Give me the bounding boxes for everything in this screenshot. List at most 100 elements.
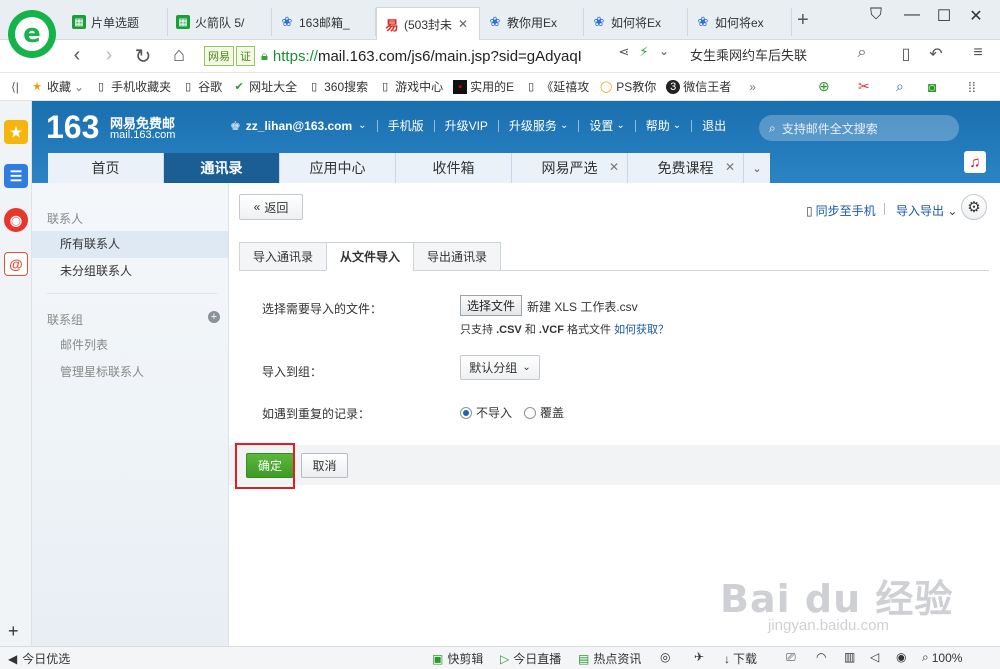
forward-icon[interactable]: › [96,44,122,67]
close-tab-icon[interactable]: ✕ [458,17,468,31]
browser-tab[interactable]: ❀ 如何将Ex [584,8,688,36]
undo-icon[interactable]: ↶ [924,44,948,64]
tab-import-contacts[interactable]: 导入通讯录 [239,242,328,271]
status-live[interactable]: ▷ 今日直播 [500,650,561,667]
bookmarks-more[interactable]: » [749,80,756,94]
chevron-down-icon[interactable]: ⌄ [358,120,366,131]
tab-inbox[interactable]: 收件箱 [396,153,512,183]
game-icon[interactable]: ◙ [928,79,936,95]
bookmark-item[interactable]: ✔ 网址大全 [232,78,298,95]
sidebar-item-manage-starred[interactable]: 管理星标联系人 [32,359,228,386]
browser-tab[interactable]: ❀ 如何将ex [688,8,792,36]
search-icon[interactable]: ⌕ [850,44,874,62]
browser-logo-icon[interactable]: e [8,10,56,58]
cancel-button[interactable]: 取消 [301,453,348,478]
radio-overwrite[interactable]: 覆盖 [524,404,564,421]
tab-free-course[interactable]: 免费课程 ✕ [628,153,744,183]
import-export-menu[interactable]: 导入导出 ⌄ [896,202,957,219]
mail-tabs: 首页 通讯录 应用中心 收件箱 网易严选 ✕ 免费课程 ✕ ⌄ [48,153,770,183]
shirt-icon[interactable]: ⛉ [862,6,890,24]
bookmark-item[interactable]: ◯ PS教你 [599,78,656,95]
bookmark-item[interactable]: ▪ 实用的E [453,78,514,95]
nav-settings[interactable]: 设置 [589,117,613,134]
browser-tab-active[interactable]: 易 (503封未 ✕ [376,7,480,40]
back-icon[interactable]: ‹ [64,44,90,67]
nav-mobile[interactable]: 手机版 [388,117,424,134]
mail-logo[interactable]: 163 [46,109,99,146]
eye-icon[interactable]: ◉ [896,650,906,664]
home-icon[interactable]: ⌂ [166,44,192,67]
maximize-icon[interactable]: ☐ [930,6,958,26]
close-icon[interactable]: ✕ [725,160,735,174]
add-icon[interactable]: + [8,621,19,642]
tab-app-center[interactable]: 应用中心 [280,153,396,183]
gear-icon[interactable]: ⚙ [961,194,987,220]
browser-tab[interactable]: ❀ 163邮箱_ [272,8,376,36]
browser-tab[interactable]: ▦ 片单选题 [64,8,168,36]
tab-contacts[interactable]: 通讯录 [164,153,280,183]
sidebar-toggle-icon[interactable]: ⟨| [0,80,30,94]
weibo-icon[interactable]: ◉ [4,208,28,232]
screenshot-icon[interactable]: ⎚ [786,650,796,665]
close-icon[interactable]: ✕ [609,160,619,174]
add-group-icon[interactable]: + [208,311,220,323]
nav-upgrade-service[interactable]: 升级服务 [509,117,557,134]
browser-tab[interactable]: ❀ 教你用Ex [480,8,584,36]
reload-icon[interactable]: ↻ [130,44,156,69]
how-to-get-link[interactable]: 如何获取？ [614,324,669,336]
mail-search-input[interactable]: ⌕ 支持邮件全文搜索 [759,115,959,141]
minimize-icon[interactable]: — [898,6,926,24]
bookmark-item[interactable]: ▯ 《延禧攻 [524,78,589,95]
sidebar-item-ungrouped[interactable]: 未分组联系人 [32,258,228,285]
status-today-pick[interactable]: ◀ 今日优选 [8,650,70,667]
headset-icon[interactable]: ◠ [816,650,826,664]
cert-badge[interactable]: 证 [236,46,255,66]
extension-icon[interactable]: ⊕ [818,78,830,95]
tab-import-from-file[interactable]: 从文件导入 [326,242,415,271]
choose-file-button[interactable]: 选择文件 [460,295,522,316]
bookmark-item[interactable]: ★ 收藏 ⌄ [30,78,84,95]
sidebar-item-mail-list[interactable]: 邮件列表 [32,332,228,359]
url-field[interactable]: 网易 证 🔒︎ https://mail.163.com/js6/main.js… [204,44,672,68]
tab-export-contacts[interactable]: 导出通讯录 [413,242,502,271]
bookmark-item[interactable]: ▯ 360搜索 [307,78,368,95]
music-icon[interactable]: ♫ [964,151,986,173]
status-download[interactable]: ↓ 下载 [724,650,757,667]
nav-help[interactable]: 帮助 [646,117,670,134]
radio-skip[interactable]: 不导入 [460,404,512,421]
bookmark-item[interactable]: 3 微信王者 [666,78,731,95]
sync-phone-link[interactable]: ▯ 同步至手机 [806,202,876,219]
chevron-down-icon[interactable]: ⌄ [652,44,676,58]
nav-logout[interactable]: 退出 [702,117,726,134]
user-account[interactable]: zz_lihan@163.com [246,119,352,133]
close-window-icon[interactable]: ✕ [962,6,990,26]
tab-yanxuan[interactable]: 网易严选 ✕ [512,153,628,183]
status-news[interactable]: ▤ 热点资讯 [578,650,641,667]
new-tab-button[interactable]: + [797,9,809,32]
favorites-star-icon[interactable]: ★ [4,120,28,144]
plane-icon[interactable]: ✈ [694,650,704,664]
scissors-icon[interactable]: ✂ [858,78,870,95]
bookmark-item[interactable]: ▯ 手机收藏夹 [94,78,171,95]
mail-at-icon[interactable]: @ [4,252,28,276]
tab-home[interactable]: 首页 [48,153,164,183]
mute-icon[interactable]: ◁ [870,650,879,664]
speed-icon[interactable]: ◎ [660,650,670,664]
apps-grid-icon[interactable]: ⁞⁞ [968,79,976,95]
tabs-more-chevron-icon[interactable]: ⌄ [744,153,770,183]
status-quick-edit[interactable]: ▣ 快剪辑 [432,650,483,667]
magnifier-icon[interactable]: ⌕ [896,78,904,95]
nav-upgrade-vip[interactable]: 升级VIP [445,117,488,134]
bookmark-item[interactable]: ▯ 谷歌 [181,78,222,95]
zoom-level[interactable]: ⌕ 100% [922,650,962,665]
browser-tab[interactable]: ▦ 火箭队 5/ [168,8,272,36]
group-select[interactable]: 默认分组 ⌄ [460,355,540,380]
sidebar-item-all-contacts[interactable]: 所有联系人 [32,231,228,258]
page-icon: ▯ [185,81,192,93]
menu-icon[interactable]: ≡ [966,44,990,62]
phone-icon[interactable]: ▯ [894,44,918,64]
back-button[interactable]: «返回 [239,194,303,220]
trash-icon[interactable]: ▥ [844,650,855,664]
news-icon[interactable]: ☰ [4,164,28,188]
bookmark-item[interactable]: ▯ 游戏中心 [378,78,443,95]
